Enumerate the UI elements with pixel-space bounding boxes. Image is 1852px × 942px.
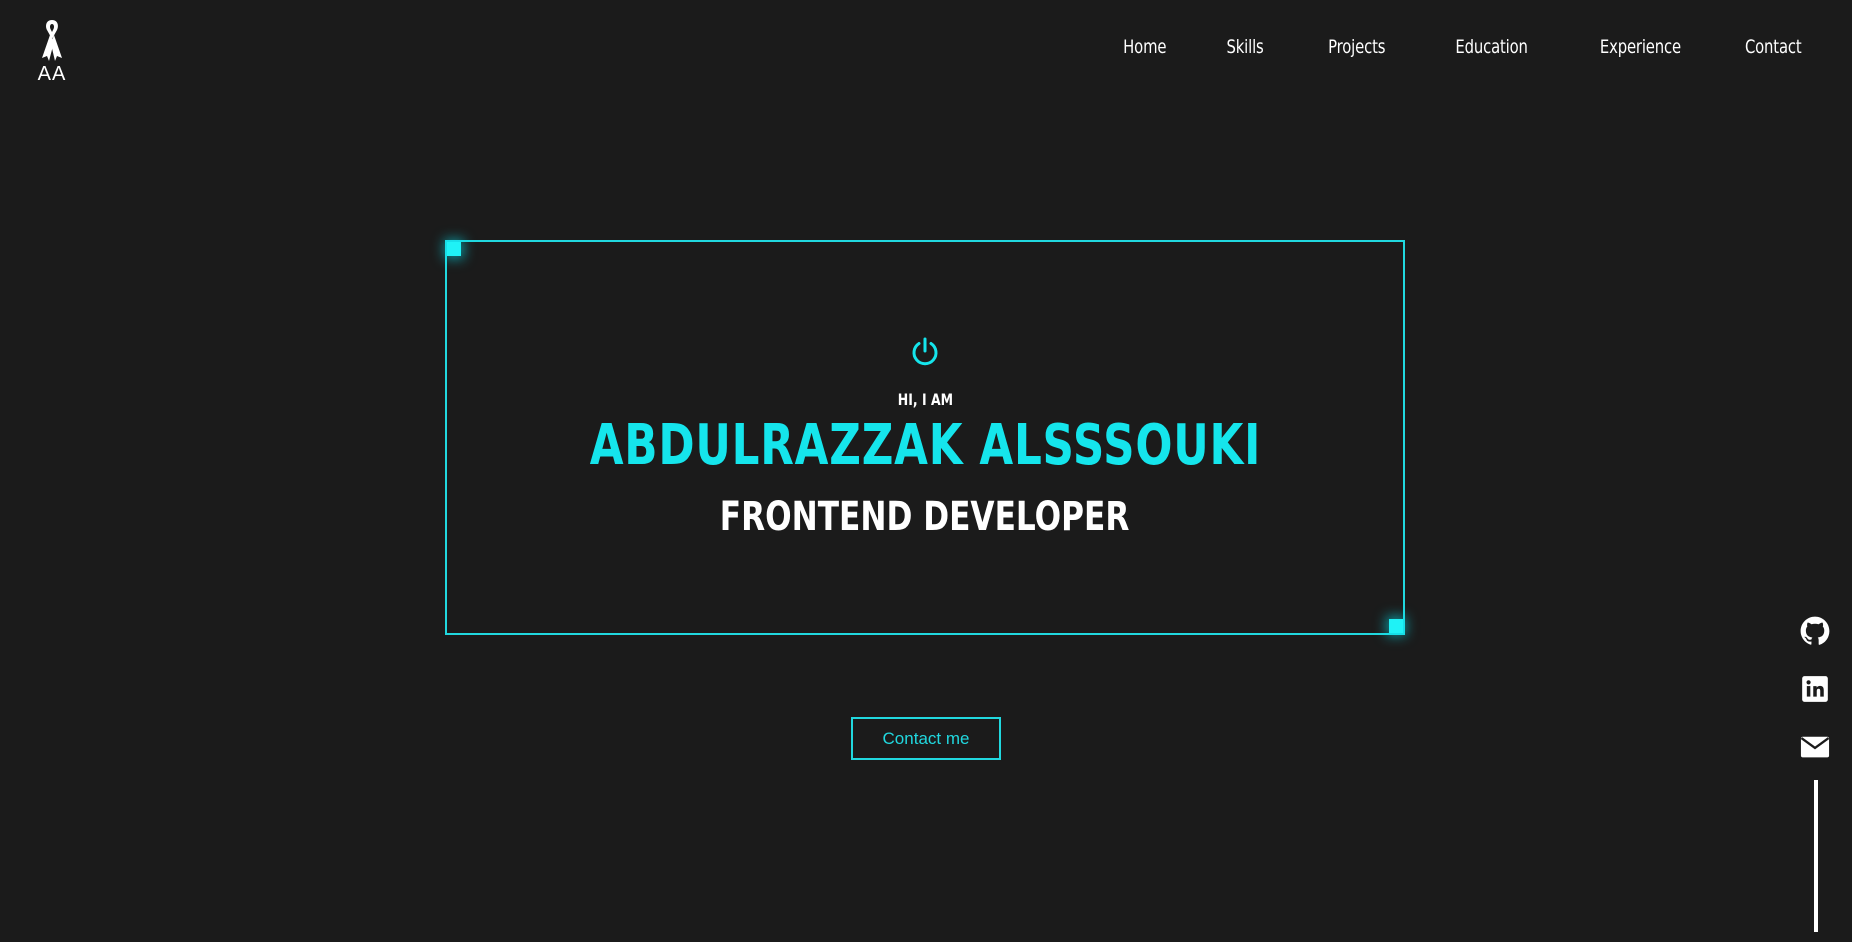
- github-icon[interactable]: [1800, 616, 1830, 646]
- hero-greeting-text: HI, I AM: [897, 390, 953, 409]
- nav-contact[interactable]: Contact: [1745, 36, 1802, 58]
- linkedin-icon[interactable]: [1800, 674, 1830, 704]
- page: AA Home Skills Projects Education Experi…: [0, 0, 1852, 942]
- nav-skills[interactable]: Skills: [1226, 36, 1263, 58]
- ribbon-icon: [42, 20, 62, 61]
- corner-marker-top-left: [447, 242, 461, 256]
- nav-experience[interactable]: Experience: [1599, 36, 1680, 58]
- hero-role: FRONTEND DEVELOPER: [447, 494, 1403, 540]
- hero-name: ABDULRAZZAK ALSSSOUKI: [447, 414, 1403, 478]
- hero-role-text: FRONTEND DEVELOPER: [720, 494, 1130, 540]
- hero-name-text: ABDULRAZZAK ALSSSOUKI: [589, 413, 1261, 478]
- social-links: [1798, 616, 1832, 762]
- mail-icon[interactable]: [1800, 732, 1830, 762]
- social-divider-line: [1814, 780, 1818, 932]
- power-icon: [912, 337, 938, 366]
- logo-text: AA: [37, 63, 67, 85]
- nav-home[interactable]: Home: [1124, 36, 1167, 58]
- site-logo[interactable]: AA: [34, 18, 70, 86]
- main-nav: Home Skills Projects Education Experienc…: [1062, 36, 1803, 58]
- contact-me-button[interactable]: Contact me: [851, 717, 1001, 760]
- nav-education[interactable]: Education: [1455, 36, 1528, 58]
- nav-projects[interactable]: Projects: [1329, 36, 1386, 58]
- hero-greeting: HI, I AM: [447, 390, 1403, 409]
- hero-frame: HI, I AM ABDULRAZZAK ALSSSOUKI FRONTEND …: [445, 240, 1405, 635]
- corner-marker-bottom-right: [1389, 619, 1403, 633]
